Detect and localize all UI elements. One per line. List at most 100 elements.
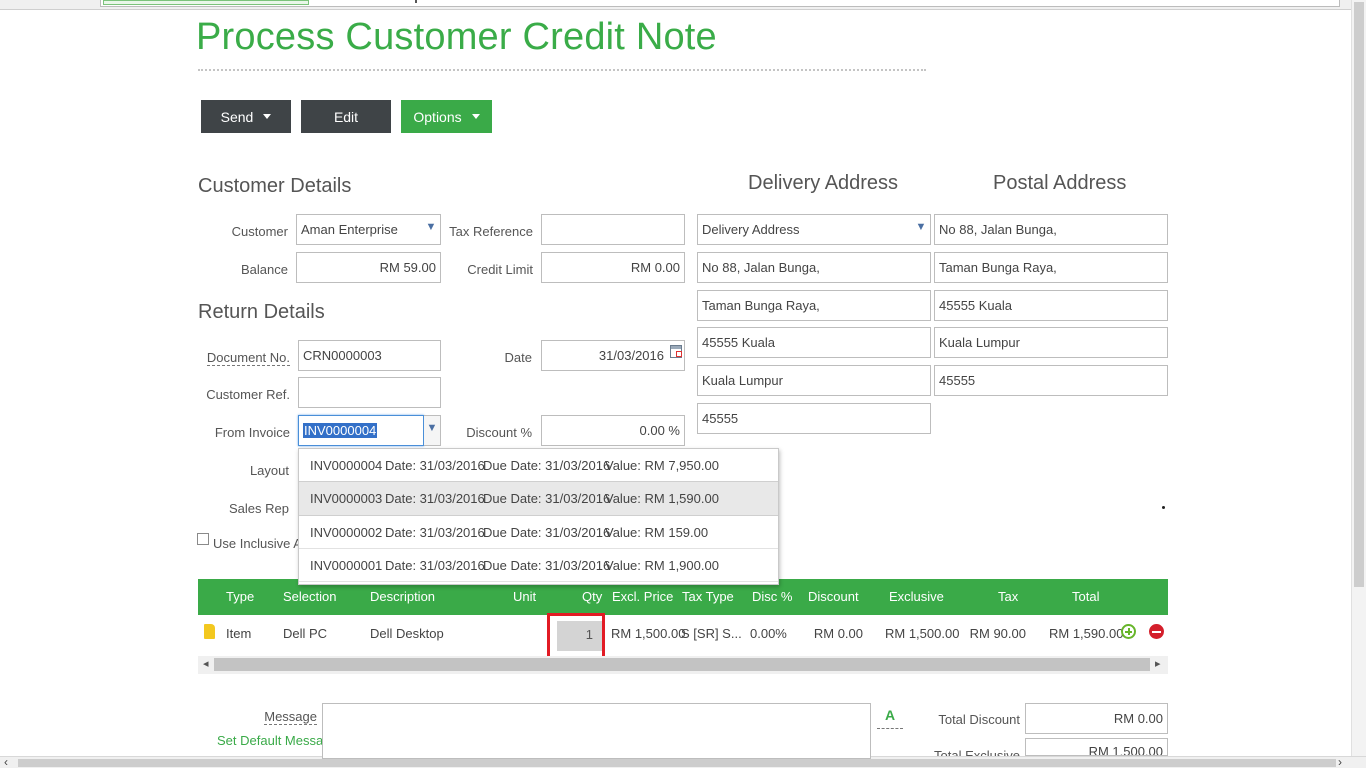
vertical-scroll-thumb[interactable] (1354, 2, 1364, 587)
scroll-right-icon[interactable]: › (1338, 755, 1342, 768)
cell-tax[interactable]: RM 90.00 (968, 626, 1026, 641)
browser-tab-strip (0, 0, 1366, 10)
edit-button[interactable]: Edit (301, 100, 391, 133)
dd-value: Value: RM 7,950.00 (605, 457, 719, 473)
postal-address-line-5[interactable]: 45555 (934, 365, 1168, 396)
col-excl-price[interactable]: Excl. Price (612, 589, 673, 604)
date-field[interactable]: 31/03/2016 (541, 340, 685, 371)
browser-address-bar[interactable] (100, 0, 1340, 7)
cell-type[interactable]: Item (226, 626, 251, 641)
table-row[interactable]: Item Dell PC Dell Desktop RM 1,500.00 S … (198, 615, 1168, 655)
cell-total[interactable]: RM 1,590.00 (1049, 626, 1123, 641)
grid-scroll-thumb[interactable] (214, 658, 1150, 671)
discount-percent-field[interactable]: 0.00 % (541, 415, 685, 446)
grid-horizontal-scrollbar[interactable]: ◂ ▸ (198, 656, 1168, 674)
col-discount[interactable]: Discount (808, 589, 859, 604)
delivery-address-selector[interactable]: Delivery Address ▼ (697, 214, 931, 245)
list-item[interactable]: INV0000004 Date: 31/03/2016 Due Date: 31… (299, 449, 778, 482)
send-button[interactable]: Send (201, 100, 291, 133)
col-tax[interactable]: Tax (998, 589, 1018, 604)
customer-value: Aman Enterprise (301, 222, 398, 237)
browser-tab-glyph (415, 0, 417, 3)
from-invoice-label: From Invoice (214, 425, 290, 440)
calendar-icon[interactable] (670, 345, 682, 358)
cell-description[interactable]: Dell Desktop (370, 626, 444, 641)
document-no-field[interactable]: CRN0000003 (298, 340, 441, 371)
delivery-address-line-5[interactable]: 45555 (697, 403, 931, 434)
delivery-address-line-3[interactable]: 45555 Kuala (697, 327, 931, 358)
cell-excl-price[interactable]: RM 1,500.00 (611, 626, 685, 641)
dd-invoice: INV0000001 (310, 557, 383, 573)
col-qty[interactable]: Qty (582, 589, 602, 604)
credit-limit-label: Credit Limit (467, 262, 533, 277)
col-exclusive[interactable]: Exclusive (889, 589, 944, 604)
delivery-address-line-1[interactable]: No 88, Jalan Bunga, (697, 252, 931, 283)
cell-tax-type[interactable]: S [SR] S... (681, 626, 742, 641)
font-style-icon[interactable]: A (877, 703, 903, 729)
horizontal-scroll-thumb[interactable] (18, 759, 1336, 767)
dd-date: Date: 31/03/2016 (385, 491, 485, 506)
chevron-down-icon[interactable]: ▼ (422, 215, 440, 244)
col-tax-type[interactable]: Tax Type (682, 589, 734, 604)
dd-value: Value: RM 1,900.00 (605, 557, 719, 573)
balance-label: Balance (241, 262, 288, 277)
list-item[interactable]: INV0000001 Date: 31/03/2016 Due Date: 31… (299, 549, 778, 582)
col-total[interactable]: Total (1072, 589, 1099, 604)
cell-disc-pct[interactable]: 0.00% (750, 626, 787, 641)
delivery-address-line-2[interactable]: Taman Bunga Raya, (697, 290, 931, 321)
use-inclusive-checkbox[interactable] (197, 533, 209, 545)
tax-reference-field[interactable] (541, 214, 685, 245)
sales-rep-label: Sales Rep (229, 501, 289, 516)
message-label[interactable]: Message (230, 709, 317, 725)
list-item[interactable]: INV0000003 Date: 31/03/2016 Due Date: 31… (299, 481, 778, 516)
col-description[interactable]: Description (370, 589, 435, 604)
document-no-label[interactable]: Document No. (200, 350, 290, 366)
chevron-down-icon (471, 114, 480, 119)
cell-discount[interactable]: RM 0.00 (798, 626, 863, 641)
chevron-down-icon[interactable]: ▼ (912, 215, 930, 244)
delivery-address-heading: Delivery Address (748, 172, 899, 194)
total-discount-label: Total Discount (938, 712, 1020, 727)
return-details-heading: Return Details (198, 301, 325, 323)
dd-invoice: INV0000002 (310, 524, 383, 540)
postal-address-heading: Postal Address (993, 172, 1127, 194)
delivery-address-selector-value: Delivery Address (702, 222, 800, 237)
plus-circle-icon[interactable] (1121, 624, 1136, 639)
total-discount-field: RM 0.00 (1025, 703, 1168, 734)
cell-selection[interactable]: Dell PC (283, 626, 327, 641)
title-divider (198, 69, 926, 71)
grid-scroll-left-icon[interactable]: ◂ (203, 657, 209, 670)
cell-exclusive[interactable]: RM 1,500.00 (885, 626, 959, 641)
postal-address-line-1[interactable]: No 88, Jalan Bunga, (934, 214, 1168, 245)
page-vertical-scrollbar[interactable] (1351, 0, 1366, 756)
grid-scroll-right-icon[interactable]: ▸ (1155, 657, 1161, 670)
col-disc-pct[interactable]: Disc % (752, 589, 792, 604)
customer-ref-label: Customer Ref. (206, 387, 290, 402)
from-invoice-dropdown-toggle[interactable]: ▼ (424, 415, 441, 446)
browser-security-indicator (103, 0, 309, 5)
send-button-label: Send (220, 108, 254, 125)
dd-due: Due Date: 31/03/2016 (483, 457, 611, 473)
minus-circle-icon[interactable] (1149, 624, 1164, 639)
message-textarea[interactable] (322, 703, 871, 759)
dd-due: Due Date: 31/03/2016 (483, 524, 611, 540)
scroll-left-icon[interactable]: ‹ (4, 755, 8, 768)
customer-combo[interactable]: Aman Enterprise ▼ (296, 214, 441, 245)
from-invoice-input[interactable]: INV0000004 (298, 415, 424, 446)
col-type[interactable]: Type (226, 589, 254, 604)
postal-address-line-3[interactable]: 45555 Kuala (934, 290, 1168, 321)
delivery-address-line-4[interactable]: Kuala Lumpur (697, 365, 931, 396)
credit-limit-field: RM 0.00 (541, 252, 685, 283)
col-selection[interactable]: Selection (283, 589, 336, 604)
list-item[interactable]: INV0000002 Date: 31/03/2016 Due Date: 31… (299, 516, 778, 549)
set-default-message-link[interactable]: Set Default Message (217, 733, 338, 748)
options-button[interactable]: Options (401, 100, 492, 133)
layout-label: Layout (249, 463, 289, 478)
customer-ref-field[interactable] (298, 377, 441, 408)
col-unit[interactable]: Unit (513, 589, 536, 604)
document-icon (204, 624, 215, 639)
postal-address-line-4[interactable]: Kuala Lumpur (934, 327, 1168, 358)
dd-invoice: INV0000003 (310, 491, 383, 506)
page-title: Process Customer Credit Note (196, 16, 717, 58)
postal-address-line-2[interactable]: Taman Bunga Raya, (934, 252, 1168, 283)
